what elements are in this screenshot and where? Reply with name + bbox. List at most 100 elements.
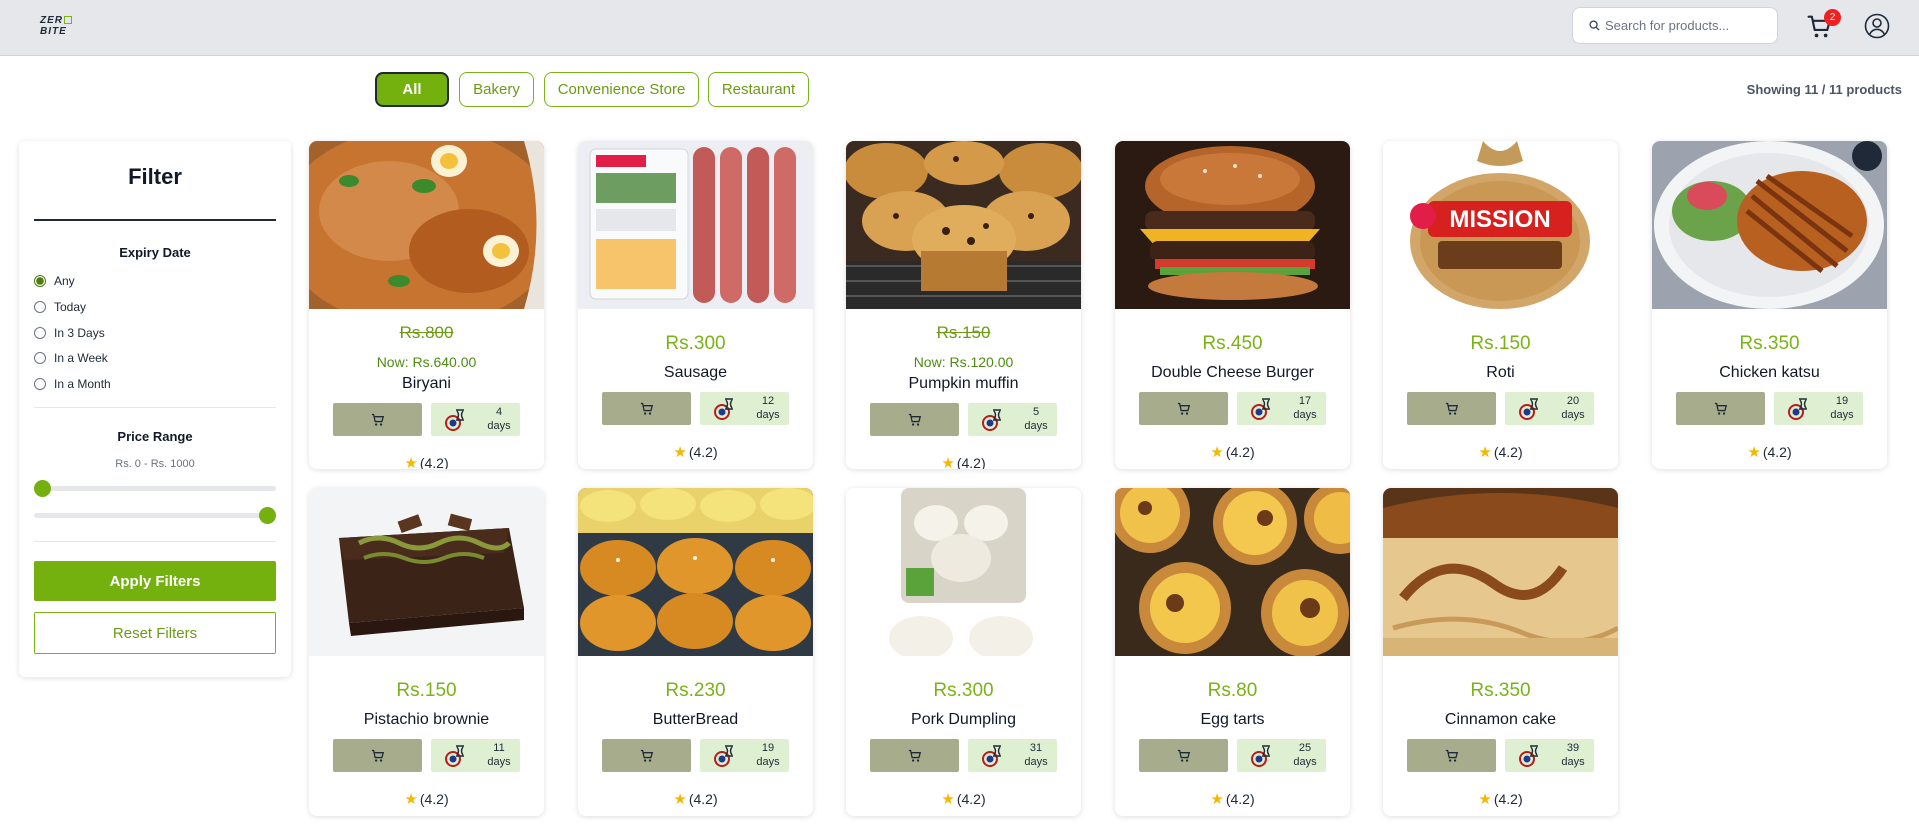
expiry-days-label: days — [756, 756, 780, 768]
top-header: ZER BITE 2 — [0, 0, 1919, 56]
cart-icon — [1177, 402, 1190, 415]
logo-square-icon — [64, 16, 72, 24]
logo[interactable]: ZER BITE — [40, 15, 80, 37]
radio-icon[interactable] — [34, 327, 46, 339]
product-name: Biryani — [402, 375, 451, 392]
tab-all[interactable]: All — [375, 72, 449, 107]
product-card-butterbread[interactable]: Rs.230 ButterBread 19 days ★ (4.2) — [578, 488, 813, 816]
expiry-option-month[interactable]: In a Month — [34, 377, 111, 391]
product-rating: ★ (4.2) — [1652, 443, 1887, 461]
expiry-days-count: 12 — [761, 395, 775, 407]
add-to-cart-button[interactable] — [1139, 392, 1228, 425]
product-card-pistachio-brownie[interactable]: Rs.150 Pistachio brownie 11 days ★ (4.2) — [309, 488, 544, 816]
add-to-cart-button[interactable] — [602, 739, 691, 772]
product-card-biryani[interactable]: Rs.800 Now: Rs.640.00 Biryani 4 days ★ (4… — [309, 141, 544, 469]
product-price: Rs.150 — [396, 680, 457, 701]
star-icon: ★ — [1478, 791, 1492, 808]
product-rating: ★ (4.2) — [846, 790, 1081, 808]
product-card-egg-tarts[interactable]: Rs.80 Egg tarts 25 days ★ (4.2) — [1115, 488, 1350, 816]
product-name: ButterBread — [652, 711, 739, 728]
star-icon: ★ — [1747, 444, 1761, 461]
radio-icon[interactable] — [34, 301, 46, 313]
product-image-pistachio-brownie — [309, 488, 544, 656]
expiry-days-label: days — [1830, 409, 1854, 421]
product-rating: ★ (4.2) — [1383, 443, 1618, 461]
expiry-hourglass-icon — [445, 745, 464, 767]
radio-icon[interactable] — [34, 378, 46, 390]
expiry-days-count: 17 — [1298, 395, 1312, 407]
rating-value: (4.2) — [688, 791, 718, 807]
reset-filters-button[interactable]: Reset Filters — [34, 612, 276, 654]
add-to-cart-button[interactable] — [870, 739, 959, 772]
search-input[interactable] — [1605, 18, 1775, 33]
price-min-slider-handle[interactable] — [34, 480, 51, 497]
star-icon: ★ — [1210, 444, 1224, 461]
product-card-double-cheese-burger[interactable]: Rs.450 Double Cheese Burger 17 days ★ (4.… — [1115, 141, 1350, 469]
product-card-pumpkin-muffin[interactable]: Rs.150 Now: Rs.120.00 Pumpkin muffin 5 d… — [846, 141, 1081, 469]
add-to-cart-button[interactable] — [870, 403, 959, 436]
add-to-cart-button[interactable] — [1676, 392, 1765, 425]
product-price: Rs.350 — [1470, 680, 1531, 701]
rating-value: (4.2) — [956, 455, 986, 469]
expiry-hourglass-icon — [714, 398, 733, 420]
cart-button[interactable]: 2 — [1807, 9, 1841, 40]
price-max-slider-track[interactable] — [34, 513, 276, 518]
product-name: Double Cheese Burger — [1151, 364, 1314, 381]
product-image-chicken-katsu — [1652, 141, 1887, 309]
product-card-pork-dumpling[interactable]: Rs.300 Pork Dumpling 31 days ★ (4.2) — [846, 488, 1081, 816]
product-card-cinnamon-cake[interactable]: Rs.350 Cinnamon cake 39 days ★ (4.2) — [1383, 488, 1618, 816]
product-price: Rs.350 — [1739, 333, 1800, 354]
radio-icon[interactable] — [34, 352, 46, 364]
cart-count-badge: 2 — [1824, 9, 1841, 26]
rating-value: (4.2) — [956, 791, 986, 807]
radio-selected-icon[interactable] — [34, 275, 46, 287]
expiry-option-today[interactable]: Today — [34, 300, 86, 314]
apply-filters-button[interactable]: Apply Filters — [34, 561, 276, 601]
product-card-roti[interactable]: MISSION Rs.150 Roti 20 days ★ (4.2) — [1383, 141, 1618, 469]
add-to-cart-button[interactable] — [1139, 739, 1228, 772]
expiry-badge: 12 days — [700, 392, 789, 425]
product-card-chicken-katsu[interactable]: Rs.350 Chicken katsu 19 days ★ (4.2) — [1652, 141, 1887, 469]
search-box[interactable] — [1572, 7, 1778, 44]
product-image-pumpkin-muffin — [846, 141, 1081, 309]
add-to-cart-button[interactable] — [602, 392, 691, 425]
expiry-option-week[interactable]: In a Week — [34, 351, 108, 365]
user-account-button[interactable] — [1864, 13, 1890, 39]
expiry-hourglass-icon — [1519, 398, 1538, 420]
product-price: Rs.450 — [1202, 333, 1263, 354]
price-max-slider-handle[interactable] — [259, 507, 276, 524]
expiry-option-3-days[interactable]: In 3 Days — [34, 326, 105, 340]
expiry-days-label: days — [487, 756, 511, 768]
add-to-cart-button[interactable] — [333, 403, 422, 436]
product-image-sausage — [578, 141, 813, 309]
product-card-sausage[interactable]: Rs.300 Sausage 12 days ★ (4.2) — [578, 141, 813, 469]
expiry-days-count: 39 — [1566, 742, 1580, 754]
star-icon: ★ — [1210, 791, 1224, 808]
product-image-egg-tarts — [1115, 488, 1350, 656]
expiry-days-count: 31 — [1029, 742, 1043, 754]
add-to-cart-button[interactable] — [1407, 739, 1496, 772]
expiry-option-any[interactable]: Any — [34, 274, 75, 288]
expiry-days-label: days — [487, 420, 511, 432]
product-name: Roti — [1486, 364, 1515, 381]
star-icon: ★ — [404, 455, 418, 469]
expiry-days-label: days — [1561, 409, 1585, 421]
price-range-text: Rs. 0 - Rs. 1000 — [115, 458, 195, 470]
tab-restaurant[interactable]: Restaurant — [708, 72, 809, 107]
rating-value: (4.2) — [1225, 444, 1255, 460]
expiry-hourglass-icon — [1788, 398, 1807, 420]
expiry-hourglass-icon — [1519, 745, 1538, 767]
expiry-hourglass-icon — [982, 409, 1001, 431]
price-min-slider-track[interactable] — [34, 486, 276, 491]
star-icon: ★ — [941, 791, 955, 808]
product-count: Showing 11 / 11 products — [1746, 82, 1902, 97]
product-name: Cinnamon cake — [1444, 711, 1557, 728]
tab-bakery[interactable]: Bakery — [459, 72, 534, 107]
add-to-cart-button[interactable] — [1407, 392, 1496, 425]
expiry-days-label: days — [1293, 756, 1317, 768]
add-to-cart-button[interactable] — [333, 739, 422, 772]
tab-convenience-store[interactable]: Convenience Store — [544, 72, 699, 107]
expiry-date-heading: Expiry Date — [119, 245, 191, 260]
expiry-option-label: In 3 Days — [54, 326, 105, 340]
product-price: Rs.230 — [665, 680, 726, 701]
